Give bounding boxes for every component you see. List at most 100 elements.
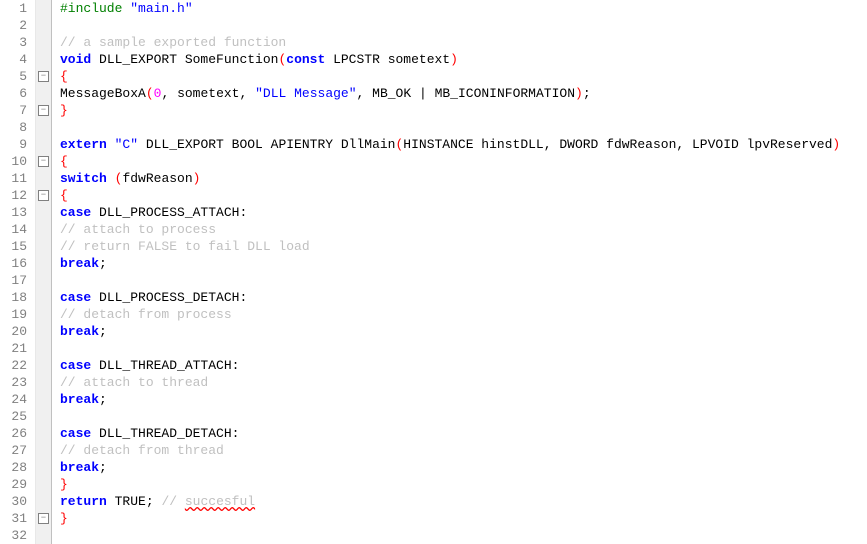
code-line[interactable]: break; <box>60 255 867 272</box>
code-area[interactable]: #include "main.h" // a sample exported f… <box>52 0 867 544</box>
line-number: 9 <box>0 136 27 153</box>
code-line[interactable]: case DLL_PROCESS_ATTACH: <box>60 204 867 221</box>
code-line[interactable] <box>60 340 867 357</box>
fold-toggle-icon[interactable] <box>38 105 49 116</box>
token: : <box>239 205 247 220</box>
code-line[interactable]: switch (fdwReason) <box>60 170 867 187</box>
token: { <box>60 188 68 203</box>
line-number: 15 <box>0 238 27 255</box>
code-line[interactable]: break; <box>60 391 867 408</box>
code-line[interactable]: void DLL_EXPORT SomeFunction(const LPCST… <box>60 51 867 68</box>
token: break <box>60 392 99 407</box>
line-number: 23 <box>0 374 27 391</box>
code-line[interactable]: // detach from process <box>60 306 867 323</box>
code-line[interactable]: case DLL_PROCESS_DETACH: <box>60 289 867 306</box>
token: } <box>60 511 68 526</box>
token: , <box>544 137 552 152</box>
fold-toggle-icon[interactable] <box>38 513 49 524</box>
code-line[interactable] <box>60 119 867 136</box>
code-line[interactable]: { <box>60 153 867 170</box>
code-line[interactable] <box>60 527 867 544</box>
code-line[interactable]: } <box>60 510 867 527</box>
token: ( <box>146 86 154 101</box>
token: DLL_EXPORT SomeFunction <box>91 52 278 67</box>
token: // attach to process <box>60 222 216 237</box>
line-number: 30 <box>0 493 27 510</box>
code-line[interactable]: break; <box>60 459 867 476</box>
token: DWORD fdwReason <box>552 137 677 152</box>
token: | <box>419 86 427 101</box>
token <box>247 86 255 101</box>
code-line[interactable]: MessageBoxA(0, sometext, "DLL Message", … <box>60 85 867 102</box>
code-line[interactable]: // return FALSE to fail DLL load <box>60 238 867 255</box>
token: ) <box>450 52 458 67</box>
code-line[interactable]: } <box>60 476 867 493</box>
code-line[interactable]: case DLL_THREAD_ATTACH: <box>60 357 867 374</box>
code-line[interactable] <box>60 17 867 34</box>
line-number: 3 <box>0 34 27 51</box>
token: "main.h" <box>130 1 192 16</box>
code-line[interactable]: // attach to thread <box>60 374 867 391</box>
line-number-gutter: 1234567891011121314151617181920212223242… <box>0 0 36 544</box>
token: TRUE <box>107 494 146 509</box>
fold-toggle-icon[interactable] <box>38 156 49 167</box>
line-number: 12 <box>0 187 27 204</box>
code-line[interactable]: { <box>60 68 867 85</box>
line-number: 27 <box>0 442 27 459</box>
token: ; <box>99 460 107 475</box>
token: case <box>60 426 91 441</box>
code-line[interactable]: // a sample exported function <box>60 34 867 51</box>
token: ) <box>832 137 840 152</box>
token: { <box>60 154 68 169</box>
fold-toggle-icon[interactable] <box>38 71 49 82</box>
token: : <box>239 290 247 305</box>
token: break <box>60 460 99 475</box>
token: ; <box>146 494 154 509</box>
code-line[interactable] <box>60 408 867 425</box>
token: // a sample exported function <box>60 35 286 50</box>
token: succesful <box>185 494 255 509</box>
code-line[interactable]: // attach to process <box>60 221 867 238</box>
line-number: 6 <box>0 85 27 102</box>
code-line[interactable]: #include "main.h" <box>60 0 867 17</box>
token: extern <box>60 137 107 152</box>
token: ) <box>575 86 583 101</box>
token: HINSTANCE hinstDLL <box>403 137 543 152</box>
fold-margin <box>36 0 52 544</box>
token: "C" <box>115 137 138 152</box>
line-number: 32 <box>0 527 27 544</box>
token: // detach from thread <box>60 443 224 458</box>
line-number: 17 <box>0 272 27 289</box>
token: case <box>60 290 91 305</box>
token: sometext <box>169 86 239 101</box>
line-number: 1 <box>0 0 27 17</box>
token: { <box>60 69 68 84</box>
code-line[interactable]: } <box>60 102 867 119</box>
code-line[interactable]: // detach from thread <box>60 442 867 459</box>
code-line[interactable] <box>60 272 867 289</box>
token <box>107 171 115 186</box>
code-editor[interactable]: 1234567891011121314151617181920212223242… <box>0 0 867 544</box>
line-number: 14 <box>0 221 27 238</box>
token: LPCSTR sometext <box>325 52 450 67</box>
line-number: 28 <box>0 459 27 476</box>
line-number: 16 <box>0 255 27 272</box>
code-line[interactable]: return TRUE; // succesful <box>60 493 867 510</box>
code-line[interactable]: extern "C" DLL_EXPORT BOOL APIENTRY DllM… <box>60 136 867 153</box>
code-line[interactable]: case DLL_THREAD_DETACH: <box>60 425 867 442</box>
line-number: 8 <box>0 119 27 136</box>
token: case <box>60 205 91 220</box>
line-number: 10 <box>0 153 27 170</box>
token: MB_ICONINFORMATION <box>427 86 575 101</box>
line-number: 26 <box>0 425 27 442</box>
line-number: 5 <box>0 68 27 85</box>
token: "DLL Message" <box>255 86 356 101</box>
token: fdwReason <box>122 171 192 186</box>
code-line[interactable]: break; <box>60 323 867 340</box>
code-line[interactable]: { <box>60 187 867 204</box>
fold-toggle-icon[interactable] <box>38 190 49 201</box>
token: const <box>286 52 325 67</box>
token: ) <box>193 171 201 186</box>
token: ; <box>99 392 107 407</box>
line-number: 2 <box>0 17 27 34</box>
